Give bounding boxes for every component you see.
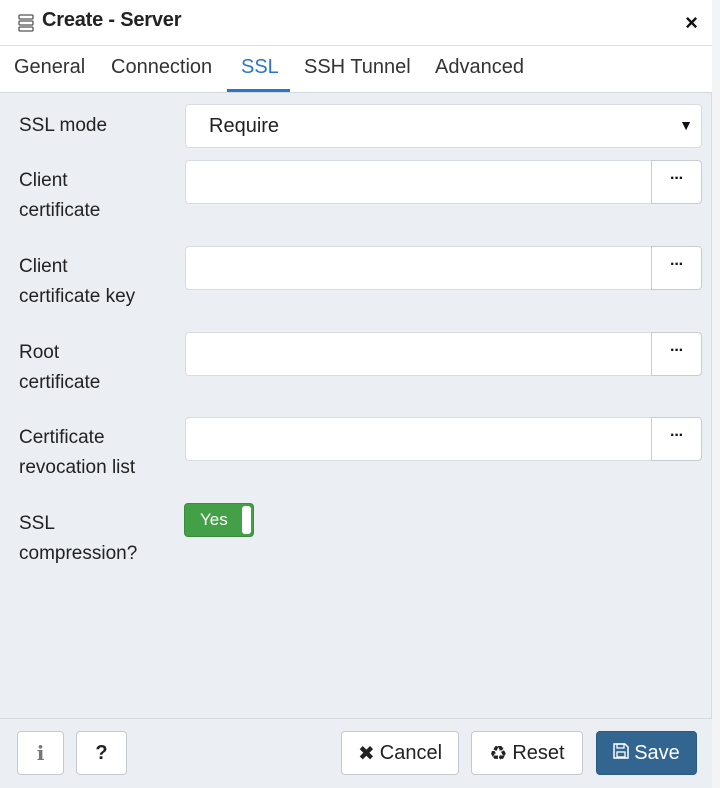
tab-general[interactable]: General xyxy=(14,56,85,79)
toggle-knob xyxy=(242,506,251,534)
ssl-compression-toggle[interactable]: Yes xyxy=(184,503,254,537)
create-server-dialog: Create - Server × General Connection SSL… xyxy=(0,0,712,788)
tab-connection[interactable]: Connection xyxy=(111,56,212,79)
crl-input[interactable] xyxy=(185,417,652,461)
reset-button[interactable]: ♻ Reset xyxy=(471,731,583,775)
client-certificate-browse-button[interactable]: ··· xyxy=(651,160,702,204)
root-certificate-input[interactable] xyxy=(185,332,652,376)
client-certificate-label: Client certificate xyxy=(19,170,101,221)
recycle-icon: ♻ xyxy=(489,742,508,765)
active-tab-indicator xyxy=(227,89,290,92)
info-button[interactable]: i xyxy=(17,731,64,775)
help-icon: ? xyxy=(95,741,108,764)
tab-ssh-tunnel[interactable]: SSH Tunnel xyxy=(304,56,411,79)
save-button[interactable]: Save xyxy=(596,731,697,775)
floppy-disk-icon xyxy=(613,742,629,765)
ssl-mode-value: Require xyxy=(209,115,280,137)
dialog-footer: i ? ✖ Cancel ♻ Reset Save xyxy=(0,718,712,788)
dialog-title: Create - Server xyxy=(42,9,182,31)
tab-advanced[interactable]: Advanced xyxy=(435,56,524,79)
ssl-compression-label: SSL compression? xyxy=(19,513,138,564)
client-certificate-key-browse-button[interactable]: ··· xyxy=(651,246,702,290)
caret-down-icon: ▼ xyxy=(679,117,693,133)
tab-bar: General Connection SSL SSH Tunnel Advanc… xyxy=(0,46,712,93)
toggle-state-label: Yes xyxy=(200,510,228,529)
help-button[interactable]: ? xyxy=(76,731,127,775)
client-certificate-key-label: Client certificate key xyxy=(19,256,136,307)
cancel-button[interactable]: ✖ Cancel xyxy=(341,731,459,775)
crl-browse-button[interactable]: ··· xyxy=(651,417,702,461)
root-certificate-browse-button[interactable]: ··· xyxy=(651,332,702,376)
server-icon xyxy=(18,14,34,32)
dialog-titlebar: Create - Server × xyxy=(0,0,712,46)
ssl-mode-label: SSL mode xyxy=(19,115,108,136)
close-icon[interactable]: × xyxy=(685,12,698,34)
background-window-edge xyxy=(712,0,720,788)
crl-label: Certificate revocation list xyxy=(19,427,136,478)
ssl-mode-select[interactable]: Require ▼ xyxy=(185,104,702,148)
client-certificate-key-input[interactable] xyxy=(185,246,652,290)
tab-ssl[interactable]: SSL xyxy=(241,56,279,79)
root-certificate-label: Root certificate xyxy=(19,342,101,393)
times-icon: ✖ xyxy=(357,742,375,765)
info-icon: i xyxy=(36,741,45,765)
client-certificate-input[interactable] xyxy=(185,160,652,204)
